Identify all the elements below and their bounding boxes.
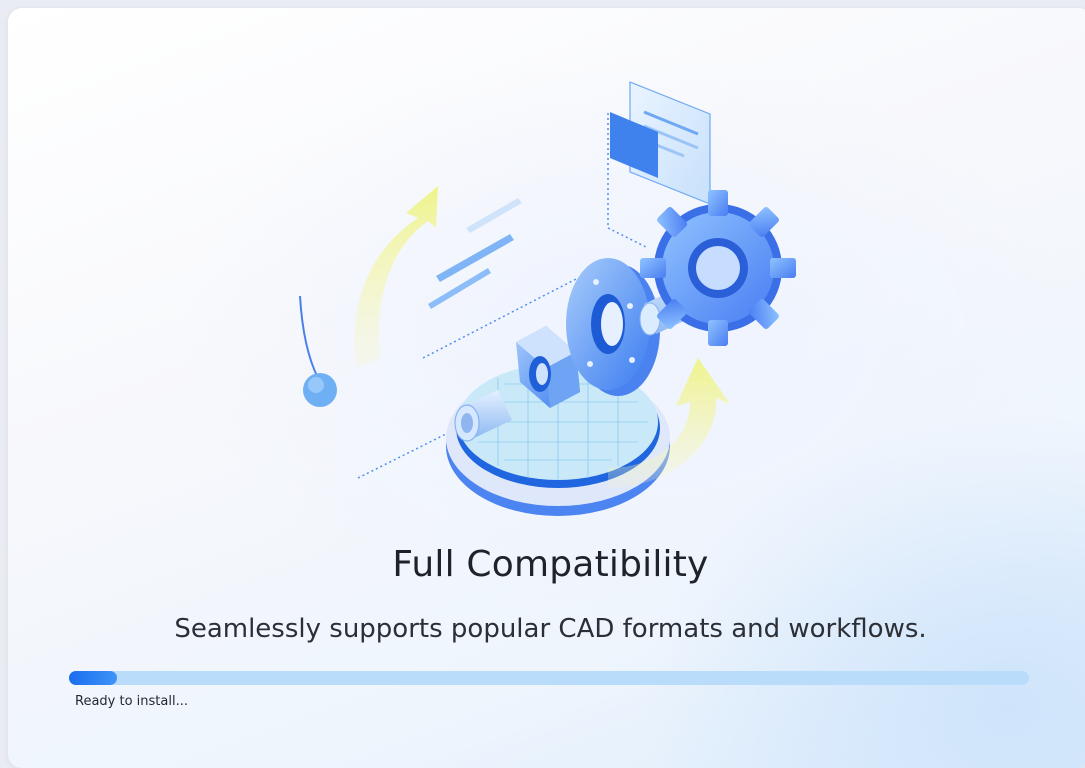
gear-icon (640, 190, 796, 346)
document-panel-icon (610, 81, 711, 205)
install-progress-bar (69, 671, 1029, 685)
install-progress-fill (69, 671, 117, 685)
installer-window: Full Compatibility Seamlessly supports p… (8, 8, 1085, 768)
arrow-icon (354, 186, 438, 368)
pendulum-icon (299, 295, 337, 407)
speed-lines-icon (428, 198, 522, 309)
cad-illustration (278, 68, 808, 528)
feature-title: Full Compatibility (392, 544, 709, 585)
feature-description: Seamlessly supports popular CAD formats … (174, 614, 927, 644)
install-status-text: Ready to install... (75, 694, 188, 709)
